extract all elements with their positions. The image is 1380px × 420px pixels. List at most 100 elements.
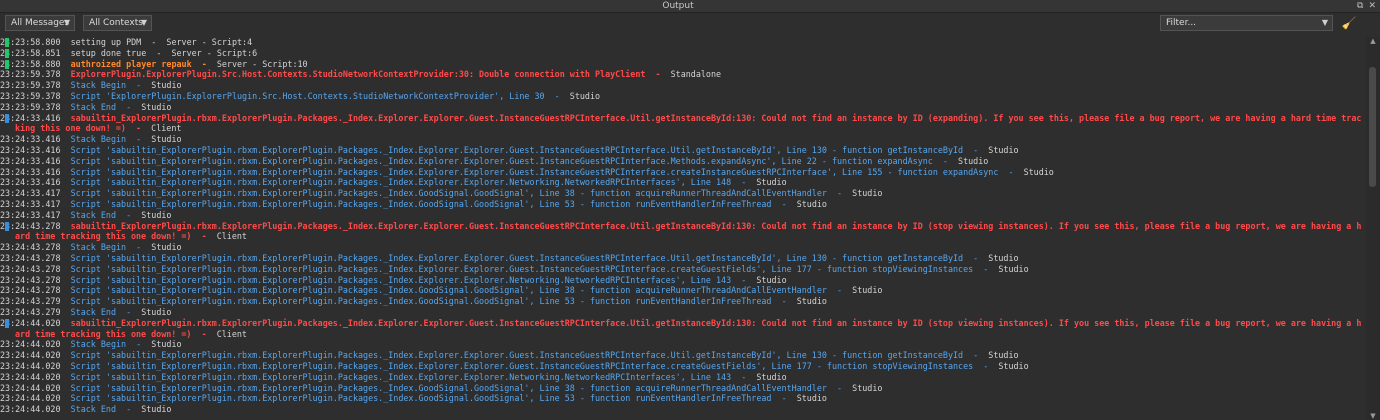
log-source: Studio xyxy=(151,242,182,253)
log-message: Script 'sabuiltin_ExplorerPlugin.rbxm.Ex… xyxy=(70,198,772,209)
log-line[interactable]: 23:24:43.278 Script 'sabuiltin_ExplorerP… xyxy=(0,285,1366,296)
log-timestamp: 23:24:33.416 xyxy=(0,112,61,123)
log-line[interactable]: 23:24:33.416 sabuiltin_ExplorerPlugin.rb… xyxy=(0,113,1366,135)
log-line[interactable]: 23:23:59.378 Script 'ExplorerPlugin.Expl… xyxy=(0,91,1366,102)
clear-output-icon[interactable]: 🧹 xyxy=(1340,15,1358,31)
log-message: setting up PDM xyxy=(70,37,142,47)
log-timestamp: 23:24:43.278 xyxy=(0,274,61,285)
log-line[interactable]: 23:24:44.020 sabuiltin_ExplorerPlugin.rb… xyxy=(0,318,1366,340)
log-source: Studio xyxy=(569,90,601,101)
log-line[interactable]: 23:23:58.851 setup done true - Server - … xyxy=(0,48,1366,59)
log-line[interactable]: 23:24:44.020 Stack Begin - Studio xyxy=(0,339,1366,350)
log-line[interactable]: 23:23:58.880 authroized player repauk - … xyxy=(0,59,1366,70)
messages-filter-dropdown[interactable]: All Messages ▼ xyxy=(5,15,75,31)
log-timestamp: 23:24:33.416 xyxy=(0,134,61,145)
log-line[interactable]: 23:24:44.020 Script 'sabuiltin_ExplorerP… xyxy=(0,393,1366,404)
log-line[interactable]: 23:24:43.278 Script 'sabuiltin_ExplorerP… xyxy=(0,264,1366,275)
log-message: Script 'sabuiltin_ExplorerPlugin.rbxm.Ex… xyxy=(70,166,999,177)
log-timestamp: 23:24:33.417 xyxy=(0,188,61,199)
log-message: Script 'sabuiltin_ExplorerPlugin.rbxm.Ex… xyxy=(70,393,772,404)
log-marker xyxy=(5,38,9,47)
log-line[interactable]: 23:24:33.416 Script 'sabuiltin_ExplorerP… xyxy=(0,156,1366,167)
log-source: Studio xyxy=(151,339,182,350)
log-line[interactable]: 23:24:44.020 Script 'sabuiltin_ExplorerP… xyxy=(0,350,1366,361)
log-source: Server - Script:6 xyxy=(171,47,258,58)
log-source: Studio xyxy=(141,404,172,415)
log-line[interactable]: 23:24:43.278 Script 'sabuiltin_ExplorerP… xyxy=(0,275,1366,286)
log-source: Studio xyxy=(958,155,989,166)
log-timestamp: 23:24:44.020 xyxy=(0,350,61,361)
log-source: Studio xyxy=(796,198,827,209)
log-line[interactable]: 23:24:44.020 Stack End - Studio xyxy=(0,404,1366,415)
log-line[interactable]: 23:24:43.279 Stack End - Studio xyxy=(0,307,1366,318)
log-message: Stack Begin xyxy=(70,134,127,145)
filter-input[interactable]: Filter... ▼ xyxy=(1160,15,1333,31)
log-timestamp: 23:23:59.378 xyxy=(0,69,61,80)
window-title: Output xyxy=(662,1,694,11)
log-source: Studio xyxy=(141,306,172,317)
log-timestamp: 23:24:44.020 xyxy=(0,339,61,350)
log-message: Script 'sabuiltin_ExplorerPlugin.rbxm.Ex… xyxy=(70,144,964,155)
log-timestamp: 23:24:43.278 xyxy=(0,252,61,263)
log-line[interactable]: 23:24:43.278 Stack Begin - Studio xyxy=(0,242,1366,253)
output-toolbar: All Messages ▼ All Contexts ▼ Filter... … xyxy=(0,13,1380,34)
log-source: Studio xyxy=(988,350,1019,361)
log-timestamp: 23:24:43.278 xyxy=(0,242,61,253)
log-line[interactable]: 23:24:43.279 Script 'sabuiltin_ExplorerP… xyxy=(0,296,1366,307)
scroll-down-icon[interactable]: ▼ xyxy=(1366,412,1380,420)
log-line[interactable]: 23:24:43.278 Script 'sabuiltin_ExplorerP… xyxy=(0,253,1366,264)
log-timestamp: 23:23:59.378 xyxy=(0,90,61,101)
log-line[interactable]: 23:24:43.278 sabuiltin_ExplorerPlugin.rb… xyxy=(0,221,1366,243)
log-line[interactable]: 23:23:59.378 ExplorerPlugin.ExplorerPlug… xyxy=(0,69,1366,80)
log-timestamp: 23:24:44.020 xyxy=(0,360,61,371)
log-timestamp: 23:24:43.279 xyxy=(0,296,61,307)
log-line[interactable]: 23:24:33.416 Script 'sabuiltin_ExplorerP… xyxy=(0,177,1366,188)
log-message: Stack Begin xyxy=(70,80,127,91)
log-line[interactable]: 23:24:44.020 Script 'sabuiltin_ExplorerP… xyxy=(0,372,1366,383)
log-line[interactable]: 23:24:44.020 Script 'sabuiltin_ExplorerP… xyxy=(0,383,1366,394)
log-source: Studio xyxy=(151,134,182,145)
contexts-filter-dropdown[interactable]: All Contexts ▼ xyxy=(83,15,152,31)
scrollbar[interactable]: ▲ ▼ xyxy=(1366,37,1380,420)
log-message: sabuiltin_ExplorerPlugin.rbxm.ExplorerPl… xyxy=(15,112,1362,134)
log-source: Client xyxy=(151,123,182,134)
log-source: Studio xyxy=(756,274,787,285)
log-line[interactable]: 23:23:58.800 setting up PDM - Server - S… xyxy=(0,37,1366,48)
log-source: Studio xyxy=(151,80,182,91)
log-line[interactable]: 23:24:33.416 Stack Begin - Studio xyxy=(0,134,1366,145)
close-icon[interactable]: ✕ xyxy=(1368,0,1376,12)
log-line[interactable]: 23:24:33.417 Stack End - Studio xyxy=(0,210,1366,221)
scrollbar-thumb[interactable] xyxy=(1369,67,1376,187)
log-line[interactable]: 23:24:33.417 Script 'sabuiltin_ExplorerP… xyxy=(0,188,1366,199)
log-timestamp: 23:24:33.416 xyxy=(0,144,61,155)
log-marker xyxy=(5,59,9,69)
log-message: Script 'sabuiltin_ExplorerPlugin.rbxm.Ex… xyxy=(70,155,933,166)
log-source: Studio xyxy=(988,144,1019,155)
output-log[interactable]: 23:23:58.800 setting up PDM - Server - S… xyxy=(0,37,1366,420)
output-title-bar: Output ⧉ ✕ xyxy=(0,0,1380,13)
chevron-down-icon: ▼ xyxy=(63,18,70,27)
log-timestamp: 23:23:59.378 xyxy=(0,80,61,91)
log-source: Studio xyxy=(988,252,1019,263)
log-timestamp: 23:23:58.851 xyxy=(0,47,61,58)
log-source: Client xyxy=(216,328,247,339)
log-source: Studio xyxy=(998,360,1029,371)
log-source: Standalone xyxy=(670,69,722,80)
log-message: Stack Begin xyxy=(70,339,127,350)
log-timestamp: 23:24:44.020 xyxy=(0,371,61,382)
log-timestamp: 23:24:33.417 xyxy=(0,209,61,220)
log-line[interactable]: 23:23:59.378 Stack End - Studio xyxy=(0,102,1366,113)
log-line[interactable]: 23:23:59.378 Stack Begin - Studio xyxy=(0,80,1366,91)
contexts-dropdown-label: All Contexts xyxy=(89,18,143,28)
log-line[interactable]: 23:24:33.416 Script 'sabuiltin_ExplorerP… xyxy=(0,145,1366,156)
log-line[interactable]: 23:24:33.416 Script 'sabuiltin_ExplorerP… xyxy=(0,167,1366,178)
scroll-up-icon[interactable]: ▲ xyxy=(1366,37,1380,45)
undock-icon[interactable]: ⧉ xyxy=(1357,0,1363,12)
log-line[interactable]: 23:24:44.020 Script 'sabuiltin_ExplorerP… xyxy=(0,361,1366,372)
log-message: ExplorerPlugin.ExplorerPlugin.Src.Host.C… xyxy=(70,69,646,80)
log-timestamp: 23:23:59.378 xyxy=(0,101,61,112)
log-timestamp: 23:23:58.800 xyxy=(0,37,61,47)
log-timestamp: 23:24:44.020 xyxy=(0,317,61,328)
log-message: setup done true xyxy=(70,47,147,58)
log-line[interactable]: 23:24:33.417 Script 'sabuiltin_ExplorerP… xyxy=(0,199,1366,210)
